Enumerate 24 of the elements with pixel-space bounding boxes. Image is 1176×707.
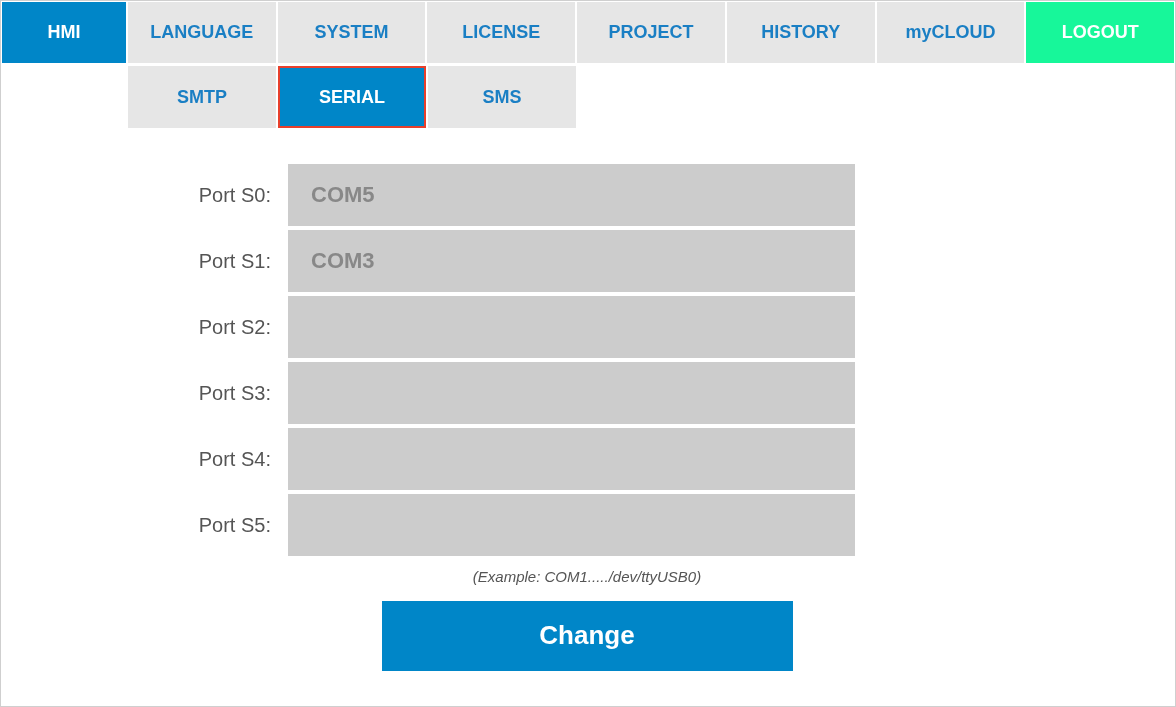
port-label: Port S4: bbox=[197, 447, 272, 472]
nav-tab[interactable]: myCLOUD bbox=[876, 2, 1025, 63]
nav-tab[interactable]: HMI bbox=[2, 2, 126, 63]
port-label: Port S5: bbox=[197, 513, 272, 538]
sub-tab[interactable]: SMTP bbox=[128, 66, 276, 128]
change-button[interactable]: Change bbox=[381, 600, 793, 671]
port-input[interactable] bbox=[288, 494, 855, 556]
port-label: Port S1: bbox=[197, 249, 272, 274]
port-label: Port S3: bbox=[197, 381, 272, 406]
example-note: (Example: COM1...../dev/ttyUSB0) bbox=[472, 567, 702, 587]
nav-tab[interactable]: HISTORY bbox=[726, 2, 875, 63]
port-input[interactable] bbox=[288, 362, 855, 424]
nav-tab[interactable]: LICENSE bbox=[427, 2, 576, 63]
nav-tab[interactable]: SYSTEM bbox=[277, 2, 426, 63]
sub-tab[interactable]: SMS bbox=[428, 66, 576, 128]
port-input[interactable]: COM5 bbox=[288, 164, 855, 226]
port-input[interactable] bbox=[288, 428, 855, 490]
port-input[interactable]: COM3 bbox=[288, 230, 855, 292]
port-input[interactable] bbox=[288, 296, 855, 358]
port-label: Port S2: bbox=[197, 315, 272, 340]
sub-tab[interactable]: SERIAL bbox=[278, 66, 426, 128]
nav-tab[interactable]: LANGUAGE bbox=[127, 2, 276, 63]
port-label: Port S0: bbox=[197, 183, 272, 208]
nav-tab[interactable]: PROJECT bbox=[577, 2, 725, 63]
